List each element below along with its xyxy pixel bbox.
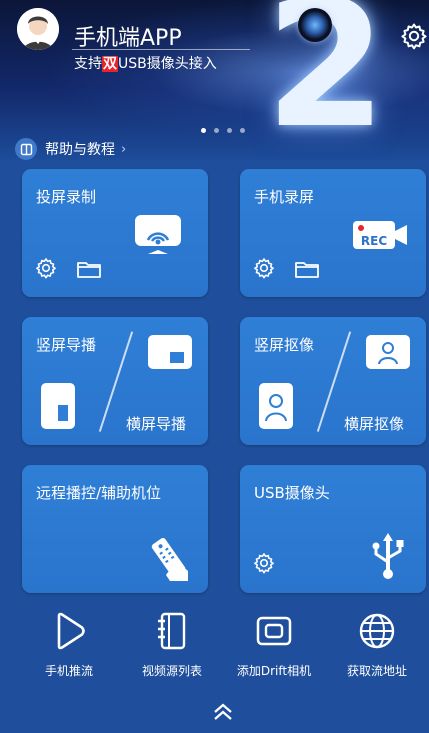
cast-icon (134, 214, 182, 258)
chevron-right-icon: › (121, 141, 127, 157)
portrait-screen-icon (41, 383, 75, 433)
action-camera-icon (256, 616, 292, 646)
nav-label: 添加Drift相机 (236, 664, 312, 678)
folder-icon[interactable] (77, 260, 101, 282)
carousel-dot[interactable] (227, 128, 232, 133)
card-capture[interactable]: 竖屏抠像 横屏抠像 (240, 317, 426, 445)
rec-camera-icon: REC (353, 221, 407, 253)
capture-landscape-label[interactable]: 横屏抠像 (344, 413, 404, 434)
portrait-person-icon (259, 383, 293, 433)
card-broadcast[interactable]: 竖屏导播 横屏导播 (22, 317, 208, 445)
broadcast-portrait-label[interactable]: 竖屏导播 (36, 334, 96, 355)
book-icon (15, 138, 37, 160)
nav-label: 视频源列表 (141, 664, 202, 678)
avatar[interactable] (17, 8, 59, 50)
play-icon (57, 612, 85, 650)
broadcast-landscape-label[interactable]: 横屏导播 (126, 413, 186, 434)
help-tutorial-link[interactable]: 帮助与教程 › (15, 138, 126, 160)
usb-icon (368, 532, 408, 584)
nav-phone-push[interactable]: 手机推流 (24, 612, 114, 679)
subtitle-highlight: 双 (102, 56, 118, 72)
nav-video-sources[interactable]: 视频源列表 (127, 612, 217, 679)
camera-lens-graphic (298, 8, 332, 42)
title-divider (72, 49, 250, 50)
rec-label: REC (361, 234, 387, 248)
globe-icon (359, 613, 395, 649)
card-phone-record[interactable]: 手机录屏 REC (240, 169, 426, 297)
landscape-person-icon (366, 335, 410, 373)
gear-icon[interactable] (253, 257, 275, 283)
nav-get-stream-url[interactable]: 获取流地址 (332, 612, 422, 679)
nav-add-drift-camera[interactable]: 添加Drift相机 (229, 612, 319, 679)
nav-label: 获取流地址 (346, 664, 407, 678)
subtitle-prefix: 支持 (74, 56, 102, 72)
carousel-dots (201, 128, 245, 133)
remote-control-icon (148, 535, 192, 585)
app-title: 手机端APP (74, 26, 182, 51)
capture-portrait-label[interactable]: 竖屏抠像 (254, 334, 314, 355)
card-title: 投屏录制 (36, 188, 97, 206)
card-screen-record[interactable]: 投屏录制 (22, 169, 208, 297)
carousel-dot[interactable] (214, 128, 219, 133)
settings-gear-icon[interactable] (400, 22, 429, 52)
gear-icon[interactable] (35, 257, 57, 283)
card-remote-control[interactable]: 远程播控/辅助机位 (22, 465, 208, 593)
header-banner: 2 (0, 0, 429, 160)
notebook-icon (158, 612, 186, 650)
nav-label: 手机推流 (44, 664, 93, 678)
help-label: 帮助与教程 (45, 142, 115, 158)
card-usb-camera[interactable]: USB摄像头 (240, 465, 426, 593)
header-subtitle: 支持双USB摄像头接入 (74, 53, 217, 73)
carousel-dot[interactable] (201, 128, 206, 133)
card-title: 手机录屏 (254, 188, 315, 206)
card-title: USB摄像头 (254, 484, 330, 502)
gear-icon[interactable] (253, 552, 275, 578)
carousel-dot[interactable] (240, 128, 245, 133)
chevron-up-icon[interactable] (211, 702, 235, 726)
card-title: 远程播控/辅助机位 (36, 484, 162, 502)
subtitle-suffix: USB摄像头接入 (118, 56, 217, 72)
folder-icon[interactable] (295, 260, 319, 282)
landscape-screen-icon (148, 335, 192, 373)
